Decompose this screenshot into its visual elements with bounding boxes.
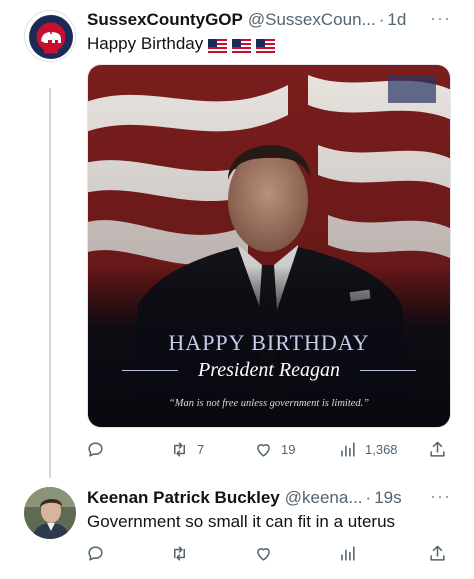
retweet-button[interactable]: 7 (170, 437, 204, 461)
reply-button[interactable] (86, 437, 113, 461)
banner-title: HAPPY BIRTHDAY (168, 330, 370, 355)
views-button[interactable] (338, 541, 365, 565)
like-button[interactable] (254, 541, 281, 565)
retweet-count: 7 (197, 441, 205, 457)
reply-icon (88, 545, 103, 561)
tweet-header: Keenan Patrick Buckley @keena... · 19s (87, 487, 402, 509)
share-icon (430, 441, 445, 457)
reply-button[interactable] (86, 541, 113, 565)
like-button[interactable]: 19 (254, 437, 295, 461)
avatar[interactable] (24, 487, 76, 539)
views-button[interactable]: 1,368 (338, 437, 398, 461)
display-name[interactable]: SussexCountyGOP (87, 9, 243, 31)
us-flag-emoji (256, 37, 276, 53)
tweet-action-bar (86, 541, 452, 565)
profile-photo-image (24, 487, 76, 539)
tweet-text: Government so small it can fit in a uter… (87, 512, 396, 531)
retweet-icon (173, 545, 186, 561)
tweet-body: Happy Birthday (87, 34, 204, 53)
tweet-media-image[interactable]: HAPPY BIRTHDAY President Reagan “Man is … (87, 64, 451, 428)
like-count: 19 (281, 441, 296, 457)
view-count: 1,368 (365, 441, 398, 457)
timestamp[interactable]: 1d (387, 9, 406, 31)
banner-subtitle: President Reagan (197, 359, 340, 381)
separator-dot: · (365, 488, 372, 507)
more-options-icon[interactable]: ··· (430, 7, 451, 29)
avatar[interactable] (24, 10, 76, 62)
reply-icon (88, 441, 103, 457)
retweet-button[interactable] (170, 541, 197, 565)
views-chart-icon (341, 441, 355, 457)
heart-icon (257, 443, 270, 457)
share-button[interactable] (428, 541, 447, 565)
timestamp[interactable]: 19s (374, 487, 401, 509)
share-button[interactable] (428, 437, 447, 461)
thread-connector-line (49, 88, 51, 478)
heart-icon (257, 547, 270, 561)
display-name[interactable]: Keenan Patrick Buckley (87, 487, 280, 509)
views-chart-icon (341, 545, 355, 561)
retweet-icon (173, 441, 186, 457)
us-flag-emoji (232, 37, 252, 53)
user-handle[interactable]: @SussexCoun... (248, 9, 376, 31)
tweet-action-bar: 7 19 1,368 (86, 437, 452, 461)
user-handle[interactable]: @keena... (285, 487, 363, 509)
gop-logo-icon (26, 12, 75, 61)
tweet-header: SussexCountyGOP @SussexCoun... · 1d (87, 9, 406, 31)
separator-dot: · (378, 10, 385, 29)
us-flag-emoji (208, 37, 228, 53)
banner-quote: “Man is not free unless government is li… (168, 398, 370, 409)
tweet-text: Happy Birthday (87, 33, 276, 55)
more-options-icon[interactable]: ··· (430, 485, 451, 507)
share-icon (430, 545, 445, 561)
